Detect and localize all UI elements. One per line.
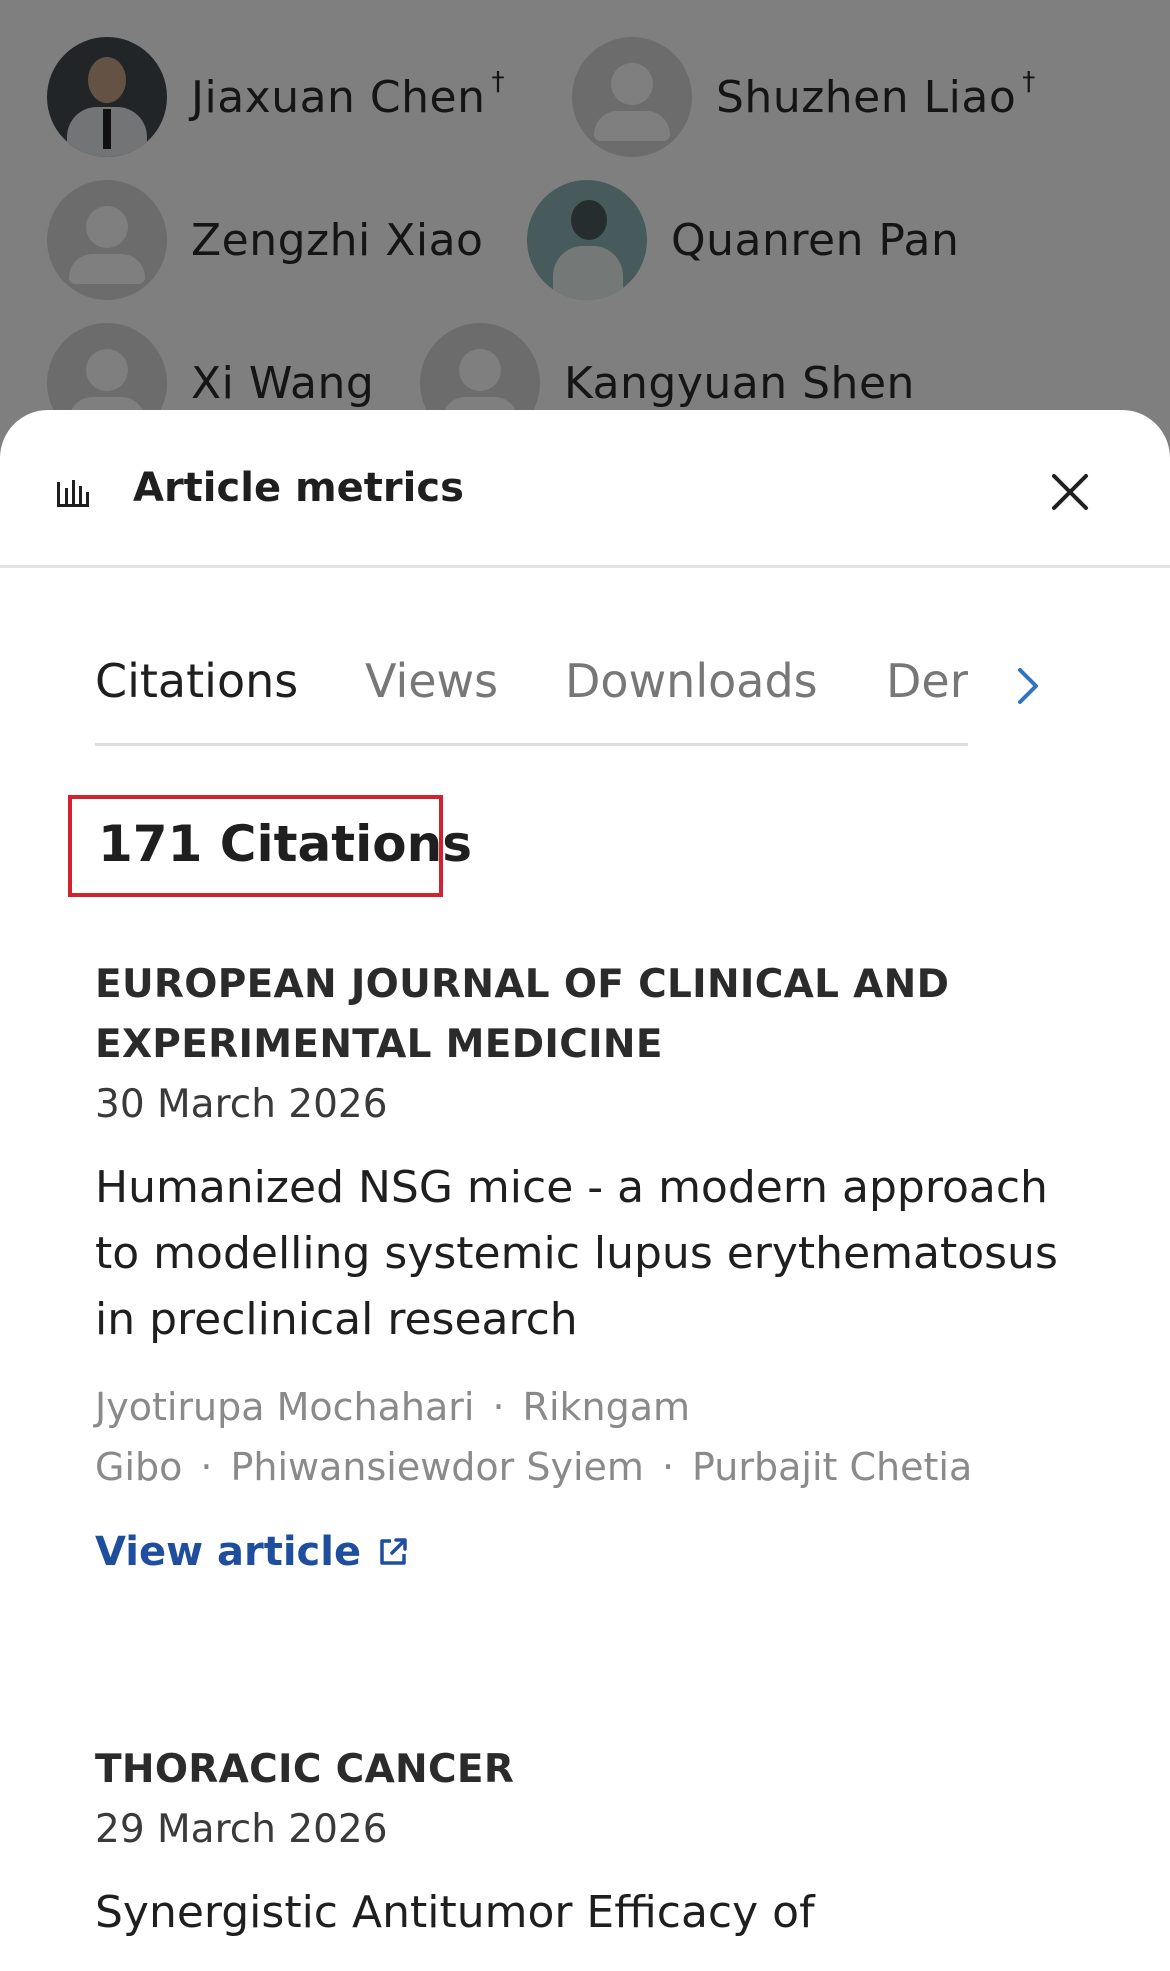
view-article-link[interactable]: View article [95,1529,409,1575]
close-icon[interactable] [1048,470,1092,514]
journal-name: EUROPEAN JOURNAL OF CLINICAL AND EXPERIM… [95,962,950,1067]
tab-demographics[interactable]: Der [886,640,968,743]
article-title: Synergistic Antitumor Efficacy of [95,1887,815,1938]
citation-date: 29 March 2026 [95,1807,388,1852]
tab-active-indicator [95,744,294,746]
tab-views[interactable]: Views [365,640,498,743]
citation-authors: Jyotirupa Mochahari · Rikngam Gibo · Phiwans… [95,1385,973,1489]
article-metrics-sheet: Article metrics Citations Views Download… [0,410,1170,1971]
sheet-header: Article metrics [0,410,1170,568]
metrics-tabs: Citations Views Downloads Der [95,640,968,746]
chevron-right-icon[interactable] [1008,656,1048,716]
citation-count-highlight: 171 Citations [68,795,472,897]
citation-item: THORACIC CANCER 29 March 2026 Synergisti… [95,1740,1085,1946]
tab-citations[interactable]: Citations [95,640,298,746]
citation-item: EUROPEAN JOURNAL OF CLINICAL AND EXPERIM… [95,955,1085,1575]
citation-date: 30 March 2026 [95,1082,388,1127]
sheet-title: Article metrics [133,465,464,511]
article-title: Humanized NSG mice - a modern approach t… [95,1162,1058,1345]
bar-chart-icon [57,480,89,507]
journal-name: THORACIC CANCER [95,1747,515,1792]
tab-downloads[interactable]: Downloads [565,640,818,743]
external-link-icon [380,1538,407,1565]
citation-count: 171 Citations [98,815,472,873]
